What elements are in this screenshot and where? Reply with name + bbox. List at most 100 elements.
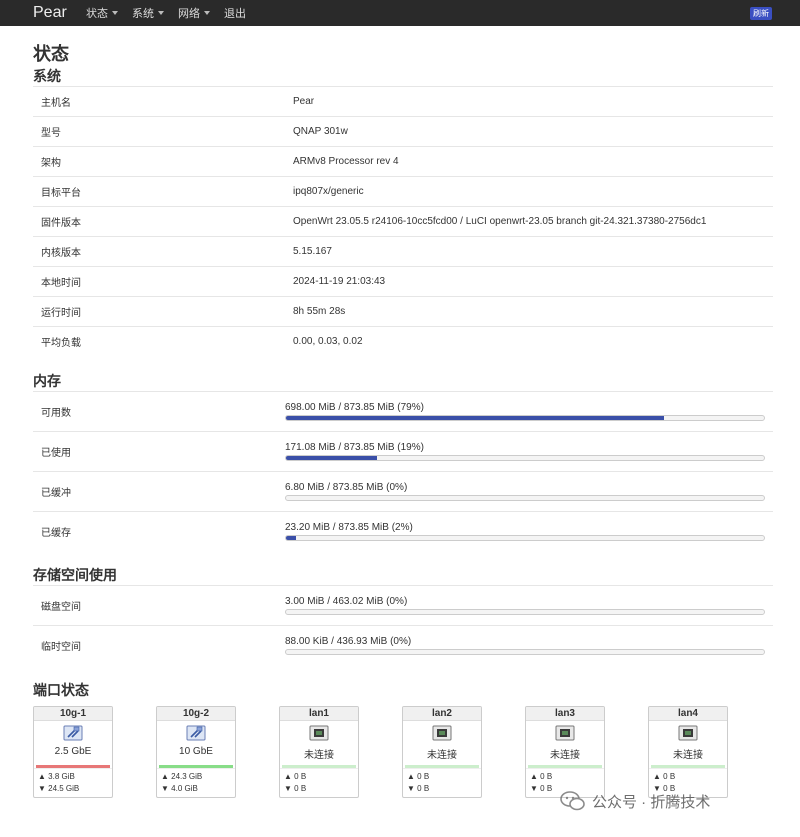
port-tx: ▲ 24.3 GiB — [161, 771, 203, 781]
port-traffic: ▲ 3.8 GiB ▼ 24.5 GiB — [34, 767, 112, 795]
system-key: 运行时间 — [33, 296, 285, 327]
port-name: 10g-1 — [34, 706, 112, 721]
memory-row: 可用数 698.00 MiB / 873.85 MiB (79%) — [33, 390, 773, 431]
port-tx: ▲ 0 B — [653, 771, 676, 781]
port-card: 10g-1 2.5 GbE ▲ 3.8 GiB ▼ 24.5 GiB — [33, 705, 113, 798]
system-row: 架构 ARMv8 Processor rev 4 — [33, 146, 773, 177]
system-key: 内核版本 — [33, 236, 285, 267]
port-card: lan1 未连接 ▲ 0 B ▼ 0 B — [279, 705, 359, 798]
memory-row: 已使用 171.08 MiB / 873.85 MiB (19%) — [33, 430, 773, 471]
memory-progress-bar — [285, 414, 765, 421]
watermark-text: 公众号 · 折腾技术 — [592, 793, 711, 811]
ethernet-port-disconnected-icon — [678, 725, 698, 740]
refresh-button[interactable]: 刷新 — [750, 7, 772, 20]
memory-key: 已缓冲 — [33, 470, 277, 511]
port-tx: ▲ 0 B — [284, 771, 307, 781]
port-name: lan3 — [526, 706, 604, 721]
port-card: lan4 未连接 ▲ 0 B ▼ 0 B — [648, 705, 728, 798]
memory-progress-bar — [285, 494, 765, 501]
port-tx: ▲ 0 B — [407, 771, 430, 781]
memory-usage-text: 171.08 MiB / 873.85 MiB (19%) — [285, 441, 424, 453]
menu-status[interactable]: 状态 — [86, 5, 118, 21]
menu-logout[interactable]: 退出 — [224, 5, 246, 21]
system-row: 型号 QNAP 301w — [33, 116, 773, 147]
system-value: OpenWrt 23.05.5 r24106-10cc5fcd00 / LuCI… — [285, 206, 773, 237]
memory-progress-fill — [286, 535, 296, 540]
ethernet-port-connected-icon — [186, 725, 206, 740]
storage-table: 磁盘空间 3.00 MiB / 463.02 MiB (0%) 临时空间 88.00 … — [33, 585, 773, 666]
system-value: ipq807x/generic — [285, 176, 773, 207]
system-key: 目标平台 — [33, 176, 285, 207]
port-body: 未连接 — [649, 721, 727, 765]
port-tx: ▲ 0 B — [530, 771, 553, 781]
chevron-down-icon — [204, 11, 210, 15]
port-card: lan2 未连接 ▲ 0 B ▼ 0 B — [402, 705, 482, 798]
system-value: 8h 55m 28s — [285, 296, 773, 327]
menu-status-label: 状态 — [86, 8, 108, 20]
storage-row: 临时空间 88.00 KiB / 436.93 MiB (0%) — [33, 625, 773, 666]
memory-progress-bar — [285, 454, 765, 461]
storage-key: 临时空间 — [33, 625, 277, 666]
port-rx: ▼ 24.5 GiB — [38, 783, 80, 793]
port-link-status: 未连接 — [304, 749, 334, 761]
port-card: 10g-2 10 GbE ▲ 24.3 GiB ▼ 4.0 GiB — [156, 705, 236, 798]
memory-table: 可用数 698.00 MiB / 873.85 MiB (79%) 已使用 171.0… — [33, 390, 773, 551]
watermark: 公众号 · 折腾技术 — [560, 790, 710, 812]
port-body: 10 GbE — [157, 721, 235, 765]
port-body: 未连接 — [280, 721, 358, 765]
ethernet-port-disconnected-icon — [555, 725, 575, 740]
menu-network-label: 网络 — [178, 8, 200, 20]
ethernet-port-disconnected-icon — [432, 725, 452, 740]
system-row: 平均负载 0.00, 0.03, 0.02 — [33, 326, 773, 357]
memory-value-cell: 6.80 MiB / 873.85 MiB (0%) — [277, 470, 773, 511]
system-row: 运行时间 8h 55m 28s — [33, 296, 773, 327]
system-key: 主机名 — [33, 86, 285, 117]
memory-row: 已缓冲 6.80 MiB / 873.85 MiB (0%) — [33, 470, 773, 511]
memory-value-cell: 698.00 MiB / 873.85 MiB (79%) — [277, 390, 773, 431]
page-title: 状态 — [33, 44, 69, 64]
system-value: QNAP 301w — [285, 116, 773, 147]
port-status-list: 10g-1 2.5 GbE ▲ 3.8 GiB ▼ 24.5 GiB 10g-2… — [33, 705, 773, 798]
system-row: 内核版本 5.15.167 — [33, 236, 773, 267]
menu-system[interactable]: 系统 — [132, 5, 164, 21]
port-rx: ▼ 4.0 GiB — [161, 783, 198, 793]
menu-logout-label: 退出 — [224, 8, 246, 20]
menu-network[interactable]: 网络 — [178, 5, 210, 21]
port-link-status: 10 GbE — [179, 745, 213, 757]
memory-usage-text: 23.20 MiB / 873.85 MiB (2%) — [285, 521, 413, 533]
system-key: 本地时间 — [33, 266, 285, 297]
memory-value-cell: 171.08 MiB / 873.85 MiB (19%) — [277, 430, 773, 471]
memory-progress-fill — [286, 415, 664, 420]
system-row: 目标平台 ipq807x/generic — [33, 176, 773, 207]
memory-progress-bar — [285, 534, 765, 541]
system-row: 主机名 Pear — [33, 86, 773, 117]
system-key: 平均负载 — [33, 326, 285, 357]
port-body: 未连接 — [526, 721, 604, 765]
port-tx: ▲ 3.8 GiB — [38, 771, 75, 781]
port-name: lan4 — [649, 706, 727, 721]
port-rx: ▼ 0 B — [284, 783, 307, 793]
system-value: ARMv8 Processor rev 4 — [285, 146, 773, 177]
system-value: Pear — [285, 86, 773, 117]
memory-row: 已缓存 23.20 MiB / 873.85 MiB (2%) — [33, 510, 773, 551]
system-key: 架构 — [33, 146, 285, 177]
main-content: 状态 系统 主机名 Pear 型号 QNAP 301w 架构 ARMv8 Processo… — [33, 26, 773, 798]
port-name: lan1 — [280, 706, 358, 721]
system-row: 本地时间 2024-11-19 21:03:43 — [33, 266, 773, 297]
storage-value-cell: 3.00 MiB / 463.02 MiB (0%) — [277, 585, 773, 626]
port-link-status: 未连接 — [550, 749, 580, 761]
system-row: 固件版本 OpenWrt 23.05.5 r24106-10cc5fcd00 / … — [33, 206, 773, 237]
port-name: 10g-2 — [157, 706, 235, 721]
memory-key: 已缓存 — [33, 510, 277, 551]
port-traffic: ▲ 24.3 GiB ▼ 4.0 GiB — [157, 767, 235, 795]
port-card: lan3 未连接 ▲ 0 B ▼ 0 B — [525, 705, 605, 798]
ethernet-port-disconnected-icon — [309, 725, 329, 740]
port-body: 未连接 — [403, 721, 481, 765]
memory-section-title: 内存 — [33, 372, 61, 389]
brand-logo[interactable]: Pear — [0, 4, 86, 22]
port-name: lan2 — [403, 706, 481, 721]
storage-row: 磁盘空间 3.00 MiB / 463.02 MiB (0%) — [33, 585, 773, 626]
memory-key: 已使用 — [33, 430, 277, 471]
system-key: 型号 — [33, 116, 285, 147]
memory-usage-text: 698.00 MiB / 873.85 MiB (79%) — [285, 401, 424, 413]
